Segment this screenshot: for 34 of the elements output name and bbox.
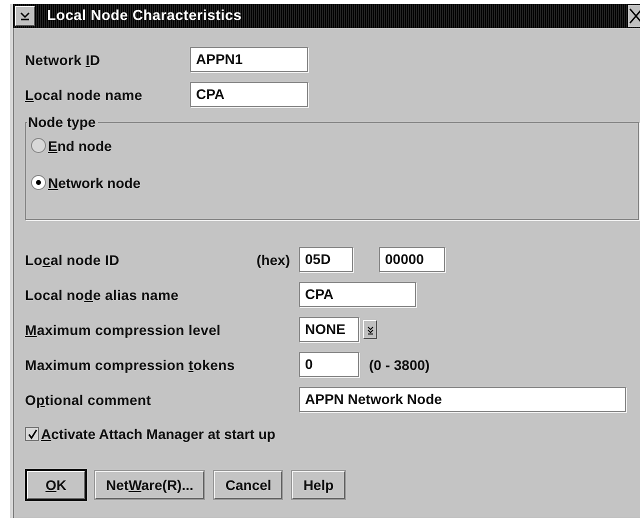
field-label: Optional comment (25, 392, 152, 408)
radio-label[interactable]: Network node (48, 174, 141, 190)
input-field[interactable]: CPA (190, 82, 308, 107)
field-label: Network ID (25, 52, 102, 68)
checkbox[interactable] (25, 427, 39, 441)
radio-label[interactable]: End node (48, 138, 112, 154)
input-field[interactable]: APPN Network Node (299, 387, 626, 412)
field-label: Local node alias name (25, 286, 180, 302)
system-menu-button[interactable] (15, 6, 35, 26)
chevron-down-icon (366, 324, 374, 334)
window-title: Local Node Characteristics (47, 8, 242, 24)
input-field[interactable]: 00000 (379, 247, 445, 272)
group-title: Node type (27, 114, 98, 130)
radio-button[interactable] (31, 138, 46, 153)
close-icon[interactable] (628, 5, 640, 27)
dialog-button[interactable]: Help (292, 471, 345, 499)
input-field[interactable]: 05D (299, 247, 353, 272)
chevron-down-icon (20, 11, 30, 21)
dialog-button[interactable]: NetWare(R)... (95, 471, 204, 499)
input-field[interactable]: APPN1 (190, 47, 308, 72)
dropdown-button[interactable] (363, 320, 377, 339)
field-label: Local node ID (25, 252, 120, 268)
input-field[interactable]: CPA (299, 282, 416, 307)
field-label: Local node name (25, 86, 144, 102)
range-hint: (0 - 3800) (369, 356, 430, 372)
dialog-button[interactable]: OK (27, 471, 85, 499)
checkbox-label[interactable]: Activate Attach Manager at start up (41, 426, 276, 442)
radio-button[interactable] (31, 175, 46, 190)
dialog-button[interactable]: Cancel (214, 471, 282, 499)
input-field[interactable]: 0 (299, 352, 359, 377)
field-label: Maximum compression tokens (25, 356, 236, 372)
field-label: Maximum compression level (25, 322, 222, 338)
unit-label: (hex) (256, 252, 291, 268)
dropdown-field[interactable]: NONE (299, 317, 359, 342)
